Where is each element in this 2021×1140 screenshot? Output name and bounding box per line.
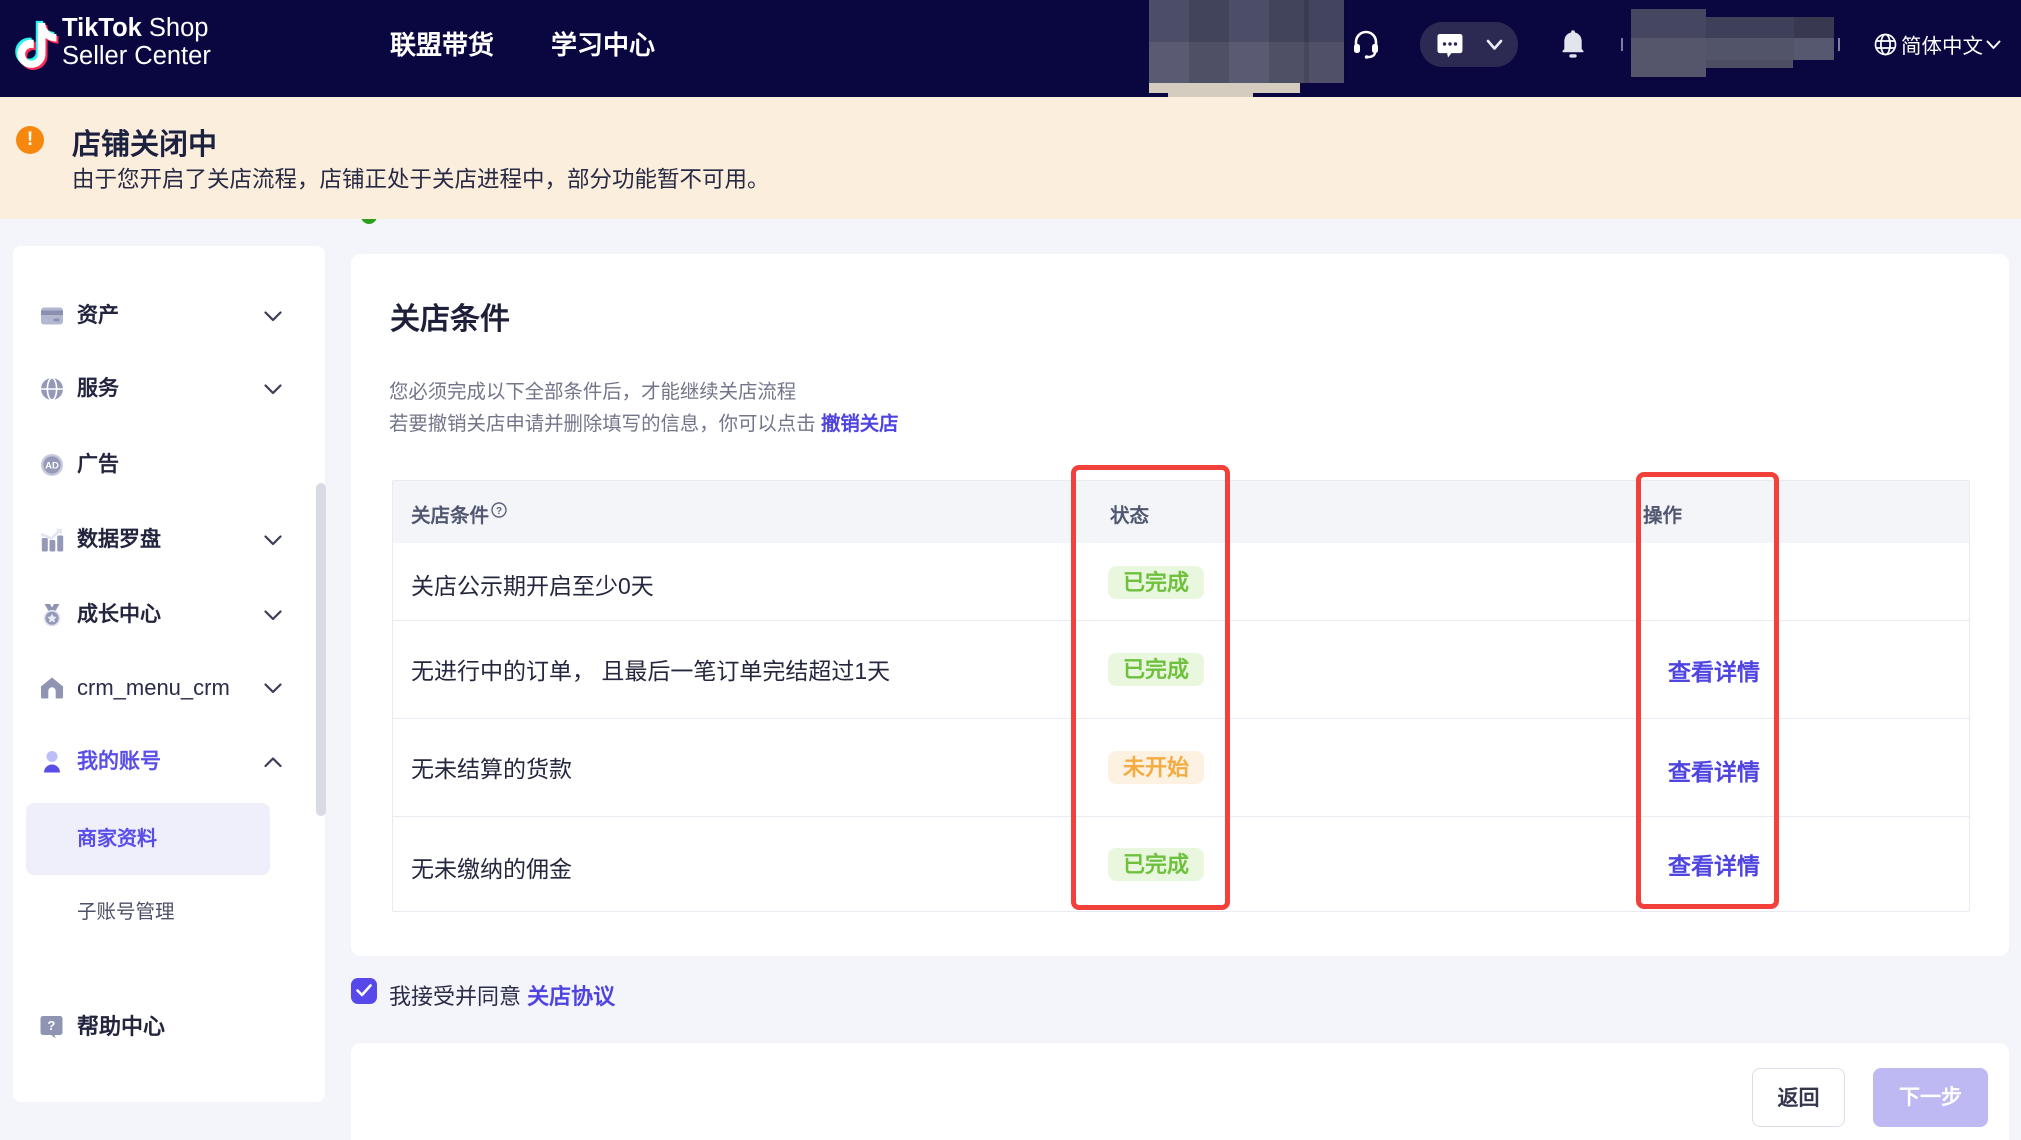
svg-text:?: ?: [496, 506, 502, 517]
svg-text:AD: AD: [45, 461, 59, 472]
svg-text:?: ?: [47, 1018, 55, 1033]
